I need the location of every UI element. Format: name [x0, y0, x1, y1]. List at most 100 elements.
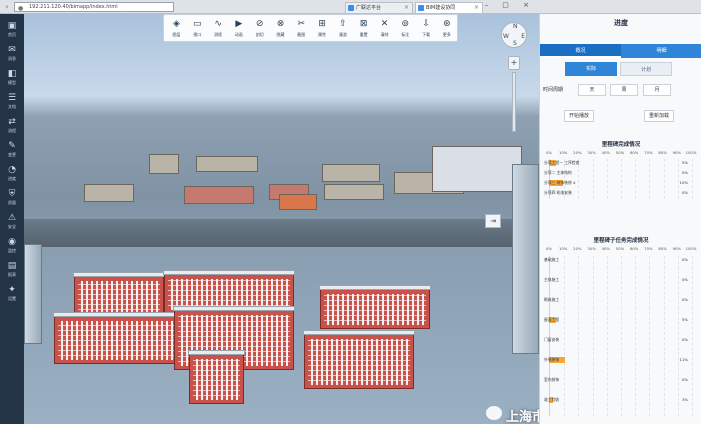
sidebar-item[interactable]: ◧ 模型: [0, 68, 24, 90]
progress-row: 砌体施工 0%: [540, 296, 701, 304]
sidebar-icon: ▣: [7, 21, 17, 31]
toolbar-tool[interactable]: ⊛ 更多: [436, 17, 457, 41]
tool-icon: ▭: [193, 19, 202, 29]
toolbar-tool[interactable]: ⊠ 重置: [353, 17, 374, 41]
sidebar-icon: ◧: [7, 69, 17, 79]
toolbar-tool[interactable]: ◈ 图层: [166, 17, 187, 41]
sidebar-item[interactable]: ▣ 首页: [0, 20, 24, 42]
toolbar-tool[interactable]: ✕ 清除: [374, 17, 395, 41]
sidebar-item-label: 流程: [8, 128, 16, 133]
sidebar-item[interactable]: ☰ 文档: [0, 92, 24, 114]
axis-tick-label: 0%: [545, 246, 553, 251]
progress-row-value: 0%: [681, 257, 688, 262]
address-bar[interactable]: ● 192.211.120.40/bimapp/index.html: [14, 2, 174, 12]
toolbar-tool[interactable]: ▶ 动画: [228, 17, 249, 41]
toolbar-tool[interactable]: ⊞ 属性: [312, 17, 333, 41]
building: [53, 312, 185, 364]
tool-icon: ⊛: [443, 19, 451, 29]
sidebar-item[interactable]: ⇄ 流程: [0, 116, 24, 138]
tab-favicon-icon: [348, 5, 354, 11]
panel-tabs: 概况 明细: [540, 44, 701, 58]
sidebar-item[interactable]: ⚠ 安全: [0, 212, 24, 234]
tool-label: 清除: [380, 32, 389, 37]
sidebar-item-label: 文档: [8, 104, 16, 109]
sidebar-item-label: 安全: [8, 224, 16, 229]
axis-tick-label: 40%: [601, 150, 611, 155]
compass-w: W: [503, 33, 509, 40]
toolbar-tool[interactable]: ⇩ 下载: [416, 17, 437, 41]
axis-tick-label: 50%: [615, 150, 625, 155]
model-viewport[interactable]: 上海市绿色建筑协会: [24, 14, 539, 424]
toolbar-tool[interactable]: ⇧ 漫游: [332, 17, 353, 41]
compass-s: S: [513, 40, 517, 47]
sidebar-item-label: 设置: [8, 296, 16, 301]
tool-label: 视口: [193, 32, 202, 37]
tool-icon: ✂: [297, 19, 306, 29]
tool-icon: ✕: [380, 19, 389, 29]
tool-icon: ⊗: [276, 19, 285, 29]
sidebar-item[interactable]: ✎ 变更: [0, 140, 24, 162]
tab-favicon-icon: [418, 5, 424, 11]
axis-tick-label: 30%: [587, 150, 596, 155]
axis-tick-label: 90%: [672, 150, 682, 155]
toggle-plan[interactable]: 计划: [620, 62, 672, 76]
tab-detail[interactable]: 明细: [621, 44, 701, 58]
sidebar-item[interactable]: ▤ 报表: [0, 260, 24, 282]
compass-widget[interactable]: N E S W: [501, 22, 527, 48]
zoom-in-button[interactable]: +: [508, 56, 520, 70]
period-week-button[interactable]: 周: [610, 84, 638, 96]
sidebar-item[interactable]: ✦ 设置: [0, 284, 24, 306]
progress-row: 竣工验收 3%: [540, 396, 701, 404]
sidebar-item[interactable]: ◔ 进度: [0, 164, 24, 186]
progress-row-value: 0%: [681, 377, 688, 382]
tool-label: 动画: [234, 32, 243, 37]
toggle-actual[interactable]: 实际: [565, 62, 617, 76]
close-icon[interactable]: ×: [474, 3, 479, 13]
period-day-button[interactable]: 天: [578, 84, 606, 96]
tab-overview[interactable]: 概况: [540, 44, 621, 58]
tab-label: 广联达平台: [356, 5, 382, 11]
browser-tab-2[interactable]: BIM建设协同 ×: [415, 2, 483, 13]
progress-row: 分项二 主体结构 0%: [540, 169, 701, 177]
browser-chrome: ‹ ● 192.211.120.40/bimapp/index.html 广联达…: [0, 0, 701, 14]
period-month-button[interactable]: 月: [643, 84, 671, 96]
far-building: [432, 146, 522, 192]
toolbar-tool[interactable]: ⊚ 标注: [395, 17, 416, 41]
toolbar-tool[interactable]: ∿ 测距: [208, 17, 229, 41]
section-milestones-title: 里程碑完成情况: [601, 142, 641, 148]
collapse-panel-button[interactable]: ⇥: [485, 214, 501, 228]
sidebar-item[interactable]: ⛨ 质量: [0, 188, 24, 210]
close-icon[interactable]: ×: [404, 3, 409, 13]
reload-button[interactable]: 重新加载: [644, 110, 674, 122]
sidebar-item-label: 报表: [8, 272, 16, 277]
wechat-icon: [486, 406, 502, 420]
sidebar-icon: ☰: [7, 93, 17, 103]
progress-row-label: 砌体施工: [544, 297, 560, 302]
progress-row: 分项三 装饰装修 4 10%: [540, 179, 701, 187]
sidebar-icon: ⛨: [8, 189, 16, 199]
sidebar-item-label: 模型: [8, 80, 16, 85]
app-sidebar: ▣ 首页 ✉ 消息 ◧ 模型 ☰ 文档 ⇄ 流程 ✎ 变更 ◔ 进度 ⛨ 质量 ⚠ 安全 ◉ 监控 ▤ 报表 ✦ 设置: [0, 14, 24, 424]
sidebar-item[interactable]: ◉ 监控: [0, 236, 24, 258]
tool-icon: ◈: [173, 19, 180, 29]
back-icon[interactable]: ‹: [2, 2, 12, 12]
toolbar-tool[interactable]: ⊘ 剖切: [249, 17, 270, 41]
tower-building: [512, 164, 539, 354]
toolbar-tool[interactable]: ✂ 截图: [291, 17, 312, 41]
window-controls[interactable]: – ▢ ×: [485, 1, 535, 9]
toolbar-tool[interactable]: ⊗ 隐藏: [270, 17, 291, 41]
sidebar-icon: ⚠: [7, 213, 17, 223]
tool-label: 隐藏: [276, 32, 285, 37]
zoom-slider[interactable]: [512, 72, 516, 132]
toolbar-tool[interactable]: ▭ 视口: [187, 17, 208, 41]
building: [303, 330, 415, 389]
progress-panel: 进度 概况 明细 实际 计划 时间周期 天 周 月 开始播放 重新加载 里程碑完…: [539, 14, 701, 424]
progress-row-value: 0%: [681, 337, 688, 342]
sidebar-item[interactable]: ✉ 消息: [0, 44, 24, 66]
section-subtasks-title: 里程碑子任务完成情况: [593, 238, 649, 244]
play-button[interactable]: 开始播放: [564, 110, 594, 122]
progress-row: 分项工程一 工序检查 5%: [540, 159, 701, 167]
browser-tab-1[interactable]: 广联达平台 ×: [345, 2, 413, 13]
progress-row-value: 0%: [681, 190, 688, 195]
axis-tick-label: 60%: [629, 150, 639, 155]
